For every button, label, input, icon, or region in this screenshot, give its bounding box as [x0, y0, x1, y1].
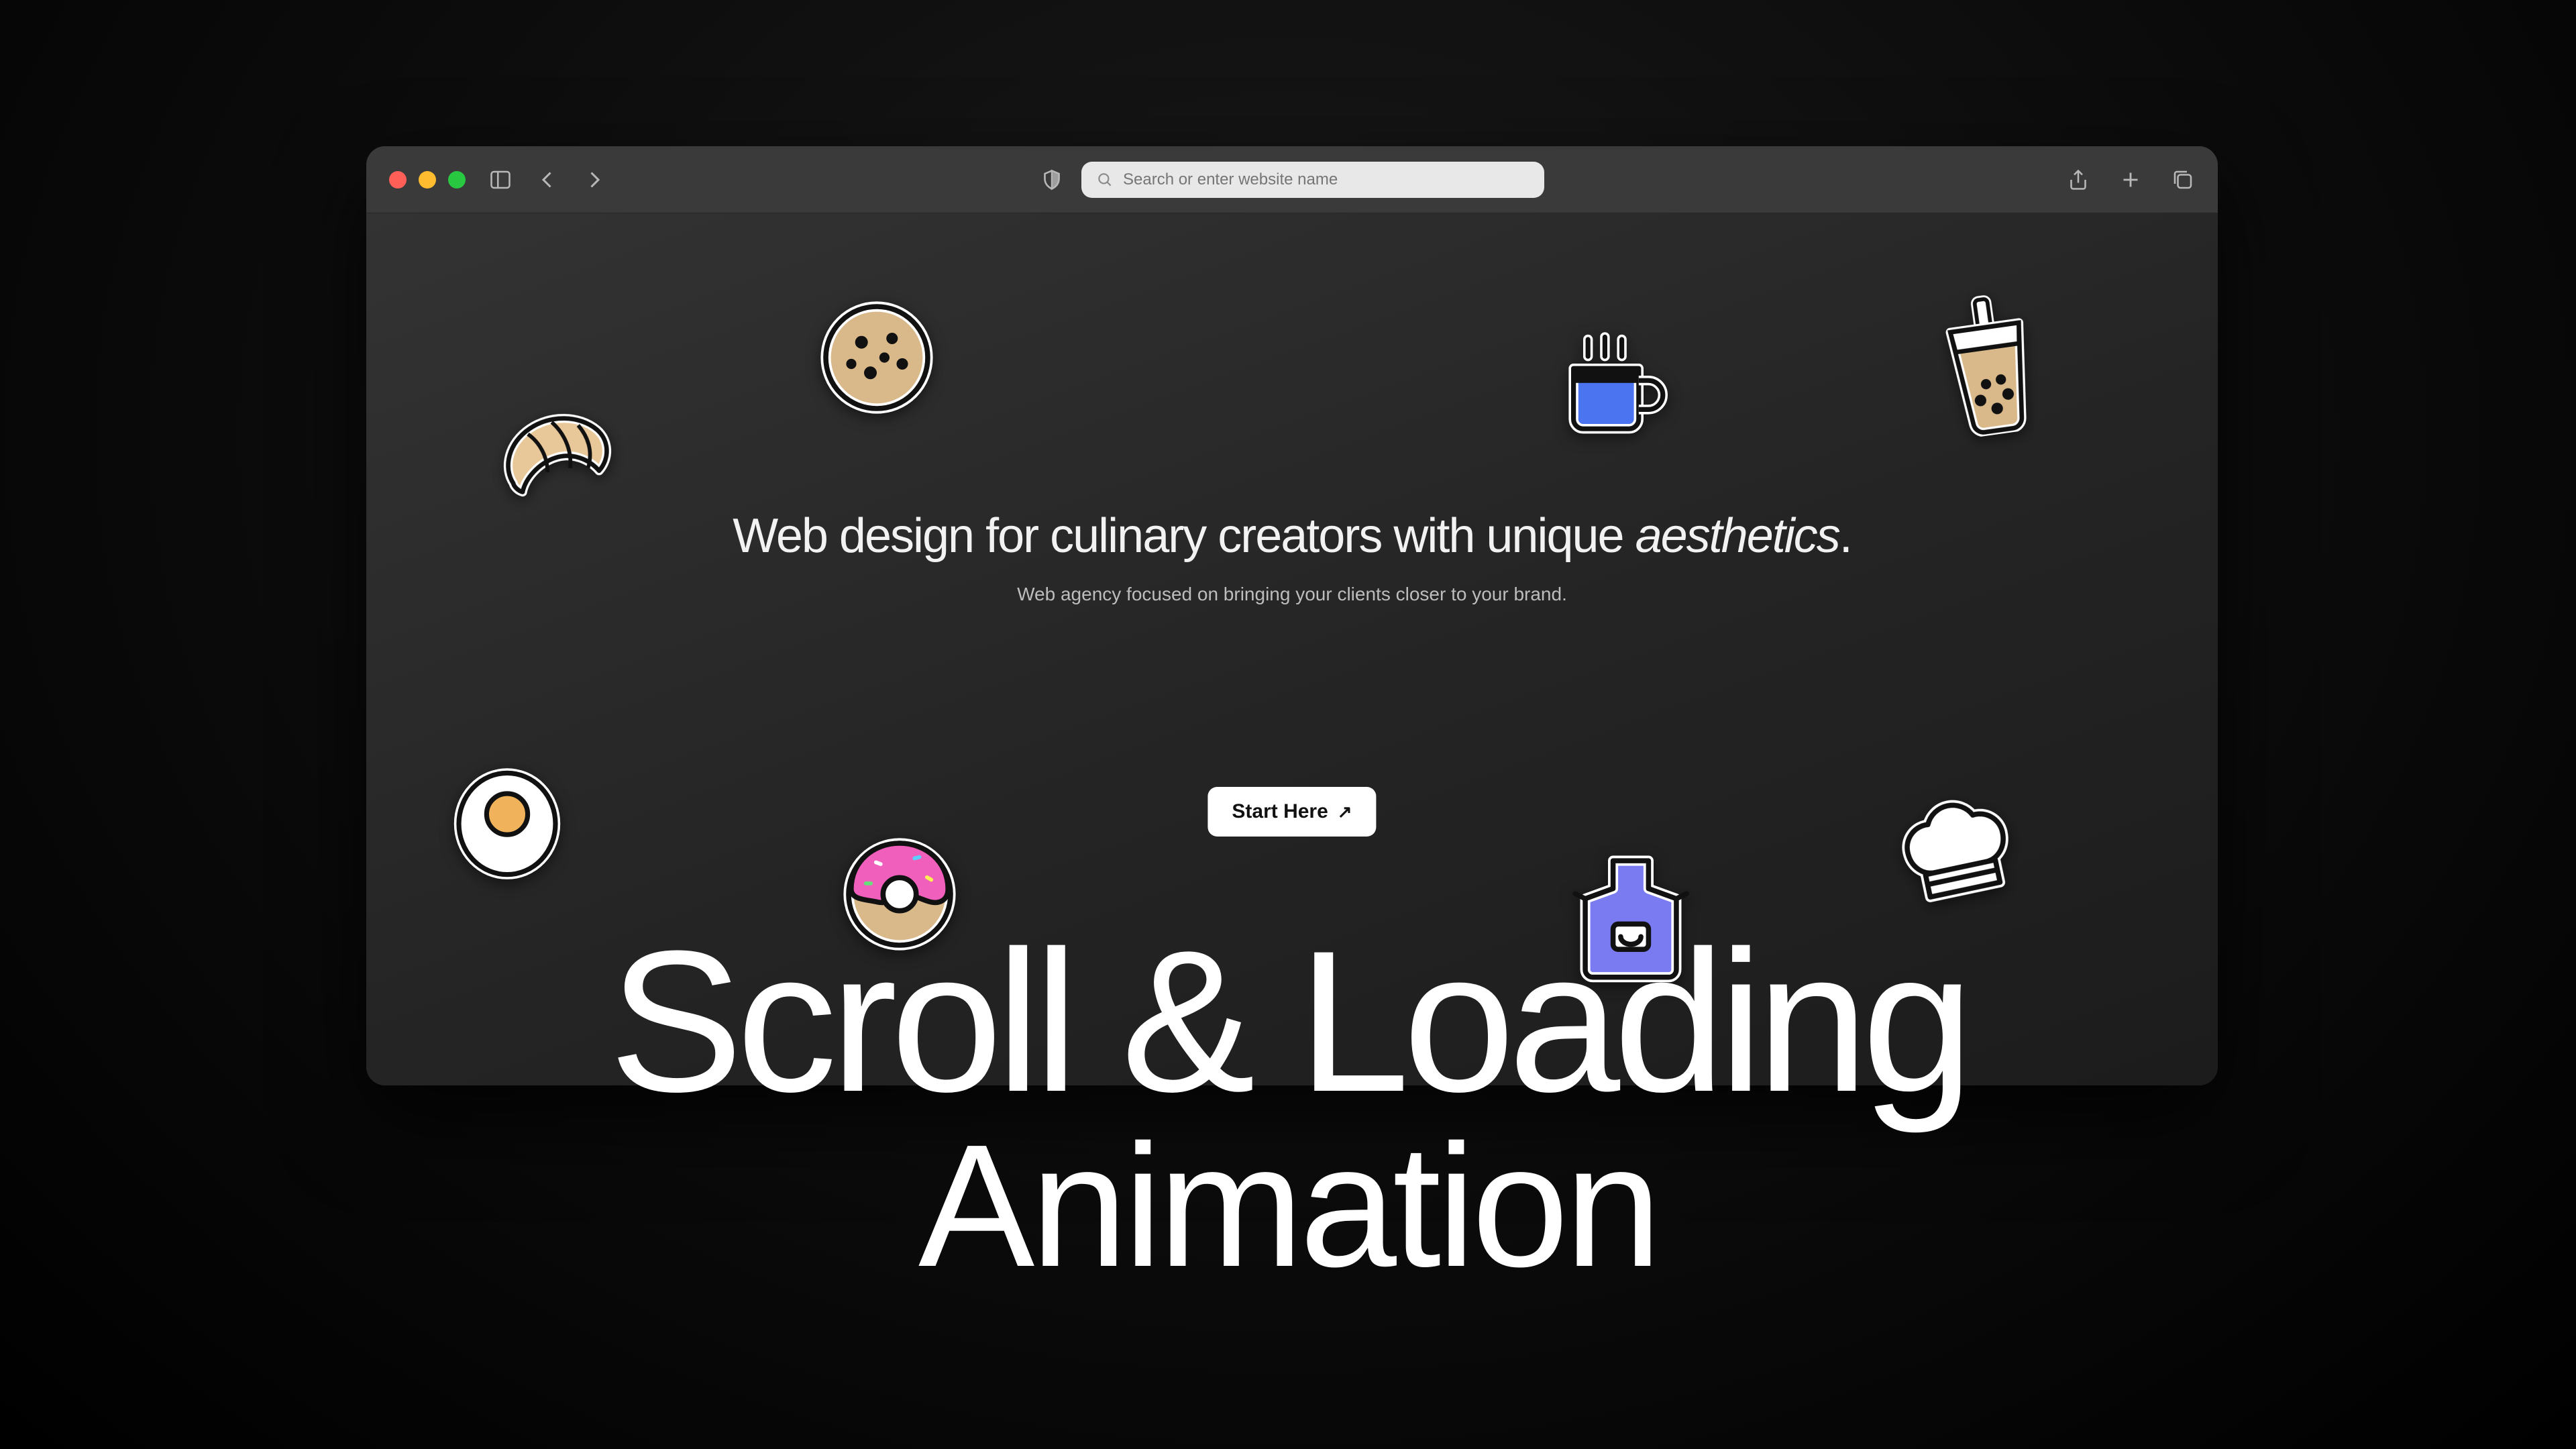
share-icon[interactable] [2066, 168, 2090, 192]
hero-headline-part1: Web design for culinary creators with un… [733, 509, 1635, 563]
sidebar-toggle-icon[interactable] [488, 168, 513, 192]
browser-titlebar [366, 146, 2218, 213]
hero-section: Web design for culinary creators with un… [366, 508, 2218, 605]
tabs-overview-icon[interactable] [2171, 168, 2195, 192]
traffic-lights [389, 171, 466, 189]
overlay-title: Scroll & Loading Animation [609, 926, 1968, 1289]
overlay-line1: Scroll & Loading [609, 926, 1968, 1117]
chef-hat-icon [1877, 771, 2035, 923]
address-bar[interactable] [1081, 162, 1544, 198]
hero-headline-suffix: . [1839, 509, 1851, 563]
new-tab-icon[interactable] [2118, 168, 2143, 192]
cta-label: Start Here [1232, 800, 1328, 823]
back-button[interactable] [535, 168, 559, 192]
minimize-window-button[interactable] [419, 171, 436, 189]
fried-egg-icon [447, 763, 568, 884]
cookie-icon [813, 294, 941, 421]
boba-tea-icon [1920, 286, 2059, 442]
hero-subheading: Web agency focused on bringing your clie… [366, 584, 2218, 605]
address-input[interactable] [1123, 170, 1529, 189]
croissant-icon [486, 391, 630, 519]
hero-headline-em: aesthetics [1635, 509, 1839, 563]
search-icon [1096, 171, 1114, 189]
close-window-button[interactable] [389, 171, 407, 189]
privacy-shield-icon[interactable] [1040, 168, 1064, 192]
address-bar-group [1040, 162, 1544, 198]
forward-button[interactable] [582, 168, 606, 192]
overlay-line2: Animation [609, 1124, 1968, 1289]
toolbar-right [2066, 168, 2195, 192]
maximize-window-button[interactable] [448, 171, 466, 189]
coffee-mug-icon [1547, 327, 1668, 448]
arrow-up-right-icon: ↗ [1338, 802, 1352, 822]
hero-headline: Web design for culinary creators with un… [366, 508, 2218, 564]
start-here-button[interactable]: Start Here ↗ [1208, 787, 1376, 837]
